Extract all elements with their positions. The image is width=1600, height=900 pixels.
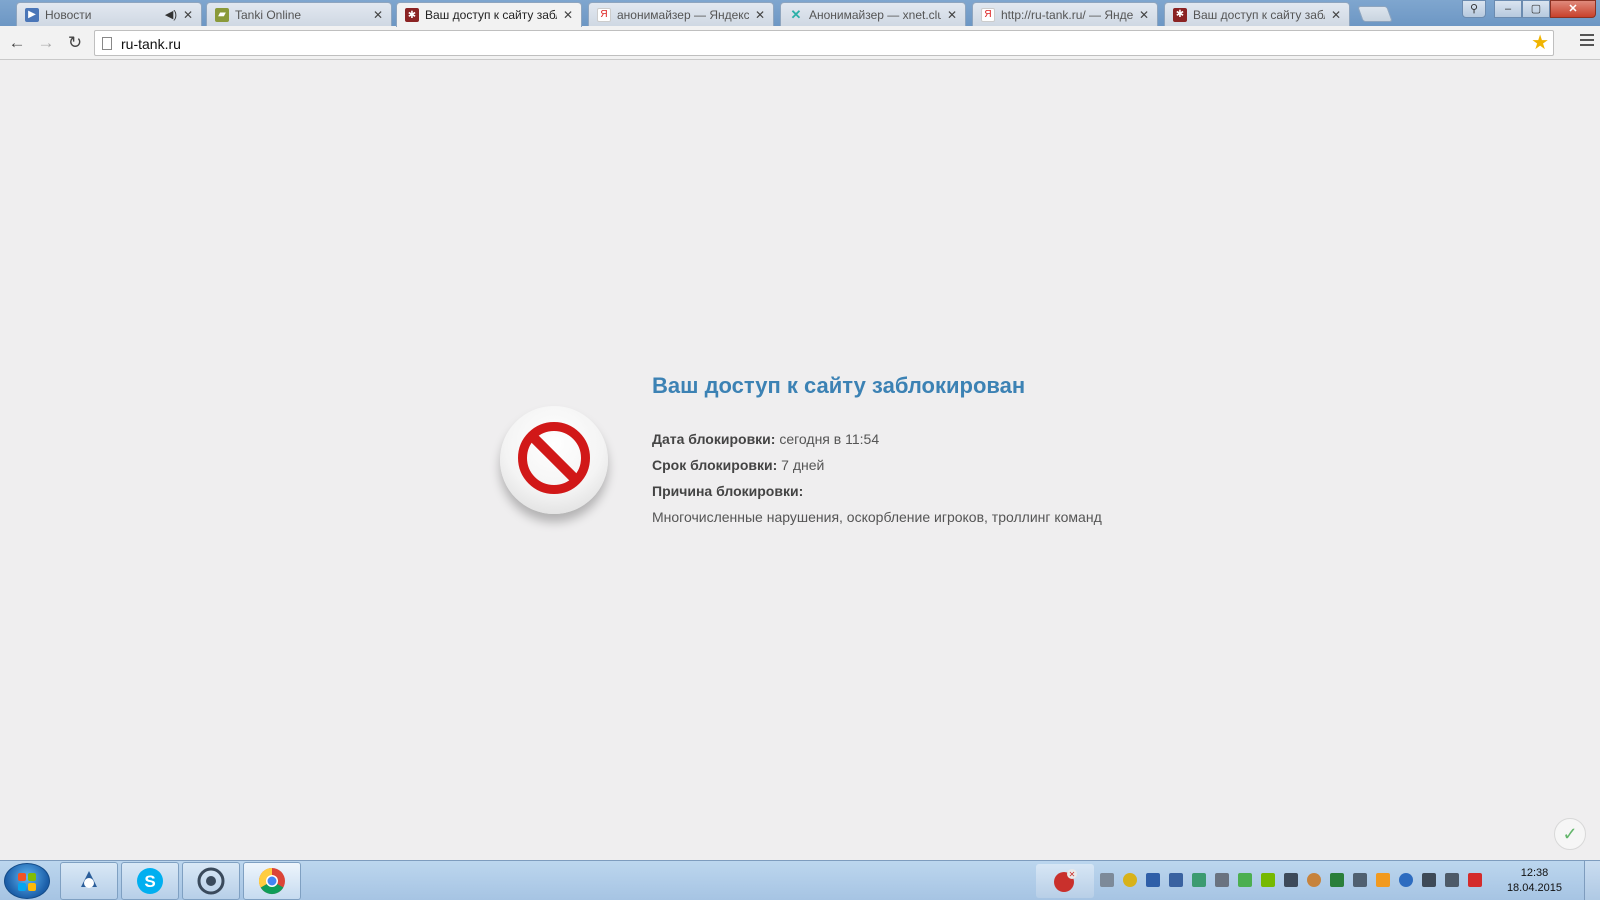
reload-icon[interactable]: ↻: [64, 32, 86, 54]
start-button[interactable]: [4, 863, 50, 899]
signal-icon[interactable]: [1353, 873, 1367, 887]
forward-arrow-icon[interactable]: →: [35, 32, 57, 54]
usb-icon[interactable]: [1445, 873, 1459, 887]
blocked-icon: [500, 406, 608, 514]
clock-date: 18.04.2015: [1506, 882, 1562, 894]
monitor-icon[interactable]: [1284, 873, 1298, 887]
page-icon: [102, 37, 112, 50]
tab-yandex-search[interactable]: Я анонимайзер — Яндекс: ✕: [588, 2, 774, 26]
bookmark-star-icon[interactable]: ★: [1531, 32, 1549, 54]
skype-icon: S: [137, 868, 163, 894]
block-reason-value: Многочисленные нарушения, оскорбление иг…: [652, 509, 1102, 525]
taskbar-app-chrome[interactable]: [243, 862, 301, 900]
close-tab-icon[interactable]: ✕: [561, 8, 575, 22]
show-desktop-button[interactable]: [1584, 861, 1600, 900]
close-tab-icon[interactable]: ✕: [945, 8, 959, 22]
xnet-icon: ✕: [790, 6, 802, 22]
block-date-value: сегодня в 11:54: [779, 431, 880, 447]
tab-title: анонимайзер — Яндекс:: [617, 7, 749, 22]
system-tray: [1100, 873, 1482, 887]
block-term: Срок блокировки: 7 дней: [652, 457, 824, 473]
tab-tanki-online[interactable]: ▰ Tanki Online ✕: [206, 2, 392, 26]
nvidia-icon[interactable]: [1261, 873, 1275, 887]
tray-app-icon[interactable]: [1376, 873, 1390, 887]
tab-title: Ваш доступ к сайту забло: [425, 8, 557, 22]
tab-title: Новости: [45, 7, 92, 22]
teamspeak-icon: [197, 867, 225, 895]
close-tab-icon[interactable]: ✕: [181, 8, 195, 22]
close-tab-icon[interactable]: ✕: [753, 8, 767, 22]
close-tab-icon[interactable]: ✕: [1329, 8, 1343, 22]
clock[interactable]: 12:38 18.04.2015: [1507, 866, 1562, 896]
clock-time: 12:38: [1520, 867, 1549, 879]
tab-yandex-ru-tank[interactable]: Я http://ru-tank.ru/ — Янде ✕: [972, 2, 1158, 26]
block-date: Дата блокировки: сегодня в 11:54: [652, 431, 879, 447]
taskbar-app-guard[interactable]: [60, 862, 118, 900]
flag-icon[interactable]: [1215, 873, 1229, 887]
menu-icon[interactable]: [1580, 34, 1594, 49]
keyboard-layout-icon[interactable]: [1100, 873, 1114, 887]
close-tab-icon[interactable]: ✕: [371, 8, 385, 22]
tray-app-icon[interactable]: [1307, 873, 1321, 887]
browser-toolbar: ← → ↻ ru-tank.ru ★: [0, 26, 1600, 60]
page-content: Ваш доступ к сайту заблокирован Дата бло…: [0, 61, 1600, 860]
block-term-value: 7 дней: [781, 457, 825, 473]
play-icon: ▶: [25, 7, 39, 22]
window-controls: ⚲ – ▢ ✕: [1462, 0, 1596, 18]
page-title: Ваш доступ к сайту заблокирован: [652, 373, 1026, 398]
tab-title: Tanki Online: [235, 7, 302, 22]
speaker-icon[interactable]: ◀): [165, 8, 177, 21]
maximize-button[interactable]: ▢: [1522, 0, 1550, 18]
taskbar-app-skype[interactable]: S: [121, 862, 179, 900]
tray-app-icon[interactable]: [1123, 873, 1137, 887]
windows-logo-icon: [18, 873, 36, 891]
network-icon[interactable]: [1330, 873, 1344, 887]
site-icon: ✱: [1173, 7, 1187, 22]
tab-blocked-site-2[interactable]: ✱ Ваш доступ к сайту забло ✕: [1164, 2, 1350, 26]
tab-title: http://ru-tank.ru/ — Янде: [1001, 7, 1133, 22]
tray-app-icon[interactable]: [1192, 873, 1206, 887]
guard-app-icon: [81, 871, 97, 888]
yandex-icon: Я: [597, 7, 611, 22]
minimize-button[interactable]: –: [1494, 0, 1522, 18]
check-icon[interactable]: [1238, 873, 1252, 887]
volume-icon[interactable]: [1422, 873, 1436, 887]
close-tab-icon[interactable]: ✕: [1137, 8, 1151, 22]
block-term-label: Срок блокировки:: [652, 457, 778, 473]
new-tab-button[interactable]: [1357, 6, 1393, 22]
taskbar-app-tray[interactable]: ✕: [1036, 864, 1094, 898]
tab-title: Анонимайзер — xnet.clu: [809, 7, 941, 22]
svg-text:S: S: [144, 872, 155, 891]
tab-title: Ваш доступ к сайту забло: [1193, 7, 1325, 22]
back-arrow-icon[interactable]: ←: [6, 32, 28, 54]
url-text[interactable]: ru-tank.ru: [121, 36, 181, 52]
tray-app-icon[interactable]: [1169, 873, 1183, 887]
tray-app-icon[interactable]: [1399, 873, 1413, 887]
user-icon[interactable]: ⚲: [1462, 0, 1486, 18]
tab-news[interactable]: ▶ Новости ◀) ✕: [16, 2, 202, 26]
tank-icon: ▰: [215, 7, 229, 22]
yandex-icon: Я: [981, 7, 995, 22]
svg-text:✕: ✕: [1069, 870, 1076, 879]
tab-blocked-site[interactable]: ✱ Ваш доступ к сайту забло ✕: [396, 2, 582, 27]
block-reason-label: Причина блокировки:: [652, 483, 804, 499]
tab-xnet[interactable]: ✕ Анонимайзер — xnet.clu ✕: [780, 2, 966, 26]
tab-strip: ▶ Новости ◀) ✕ ▰ Tanki Online ✕ ✱ Ваш до…: [0, 0, 1600, 27]
chrome-icon: [258, 867, 285, 895]
tray-app-icon[interactable]: [1468, 873, 1482, 887]
app-icon: ✕: [1054, 869, 1077, 892]
taskbar-app-teamspeak[interactable]: [182, 862, 240, 900]
bluetooth-icon[interactable]: [1146, 873, 1160, 887]
close-window-button[interactable]: ✕: [1550, 0, 1596, 18]
address-bar[interactable]: ru-tank.ru ★: [94, 30, 1554, 56]
site-icon: ✱: [405, 8, 419, 22]
block-reason: Причина блокировки:: [652, 483, 803, 499]
block-date-label: Дата блокировки:: [652, 431, 776, 447]
taskbar: S ✕ 12:38 18.04.2015: [0, 860, 1600, 900]
shield-check-icon[interactable]: ✓: [1554, 818, 1586, 850]
